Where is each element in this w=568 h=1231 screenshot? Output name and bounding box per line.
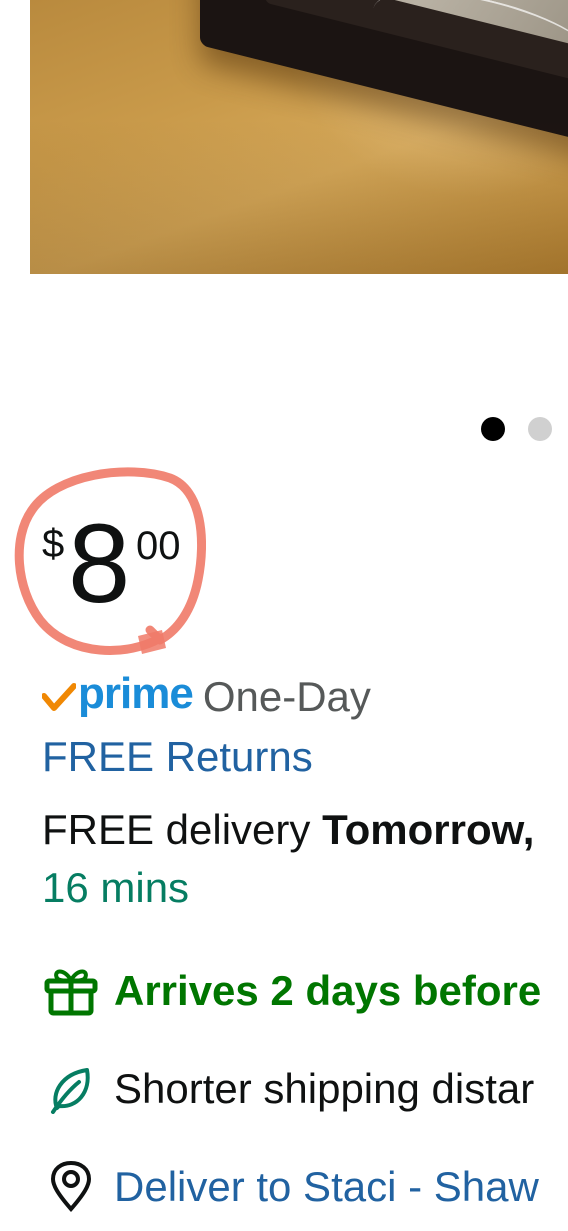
prime-speed: One-Day (202, 673, 371, 720)
pager-dot[interactable] (528, 417, 552, 441)
prime-badge: prime One-Day (42, 669, 371, 722)
prime-logo: prime (42, 669, 194, 719)
gift-icon (42, 962, 100, 1020)
arrives-early-badge: Arrives 2 days before (42, 962, 541, 1020)
prime-check-icon (42, 683, 76, 711)
prime-logo-text: prime (78, 669, 194, 718)
deliver-to-text[interactable]: Deliver to Staci - Shaw (114, 1163, 539, 1211)
pager-dot-active[interactable] (481, 417, 505, 441)
deliver-to-link[interactable]: Deliver to Staci - Shaw (42, 1158, 539, 1216)
product-image[interactable] (30, 0, 568, 274)
price-fraction: 00 (136, 524, 181, 568)
image-pager[interactable] (481, 417, 552, 441)
location-pin-icon (42, 1158, 100, 1216)
shorter-shipping-text: Shorter shipping distar (114, 1065, 535, 1112)
delivery-message: FREE delivery Tomorrow, (42, 806, 534, 854)
delivery-date: Tomorrow, (322, 806, 535, 853)
delivery-prefix: FREE delivery (42, 806, 323, 853)
table-shadow (30, 120, 568, 274)
price-currency-symbol: $ (42, 522, 65, 566)
arrives-early-text: Arrives 2 days before (114, 967, 542, 1014)
order-countdown: 16 mins (42, 864, 190, 911)
free-returns-link[interactable]: FREE Returns (42, 733, 313, 781)
price-whole: 8 (68, 501, 131, 626)
leaf-icon (42, 1060, 100, 1118)
shorter-shipping-badge: Shorter shipping distar (42, 1060, 534, 1118)
